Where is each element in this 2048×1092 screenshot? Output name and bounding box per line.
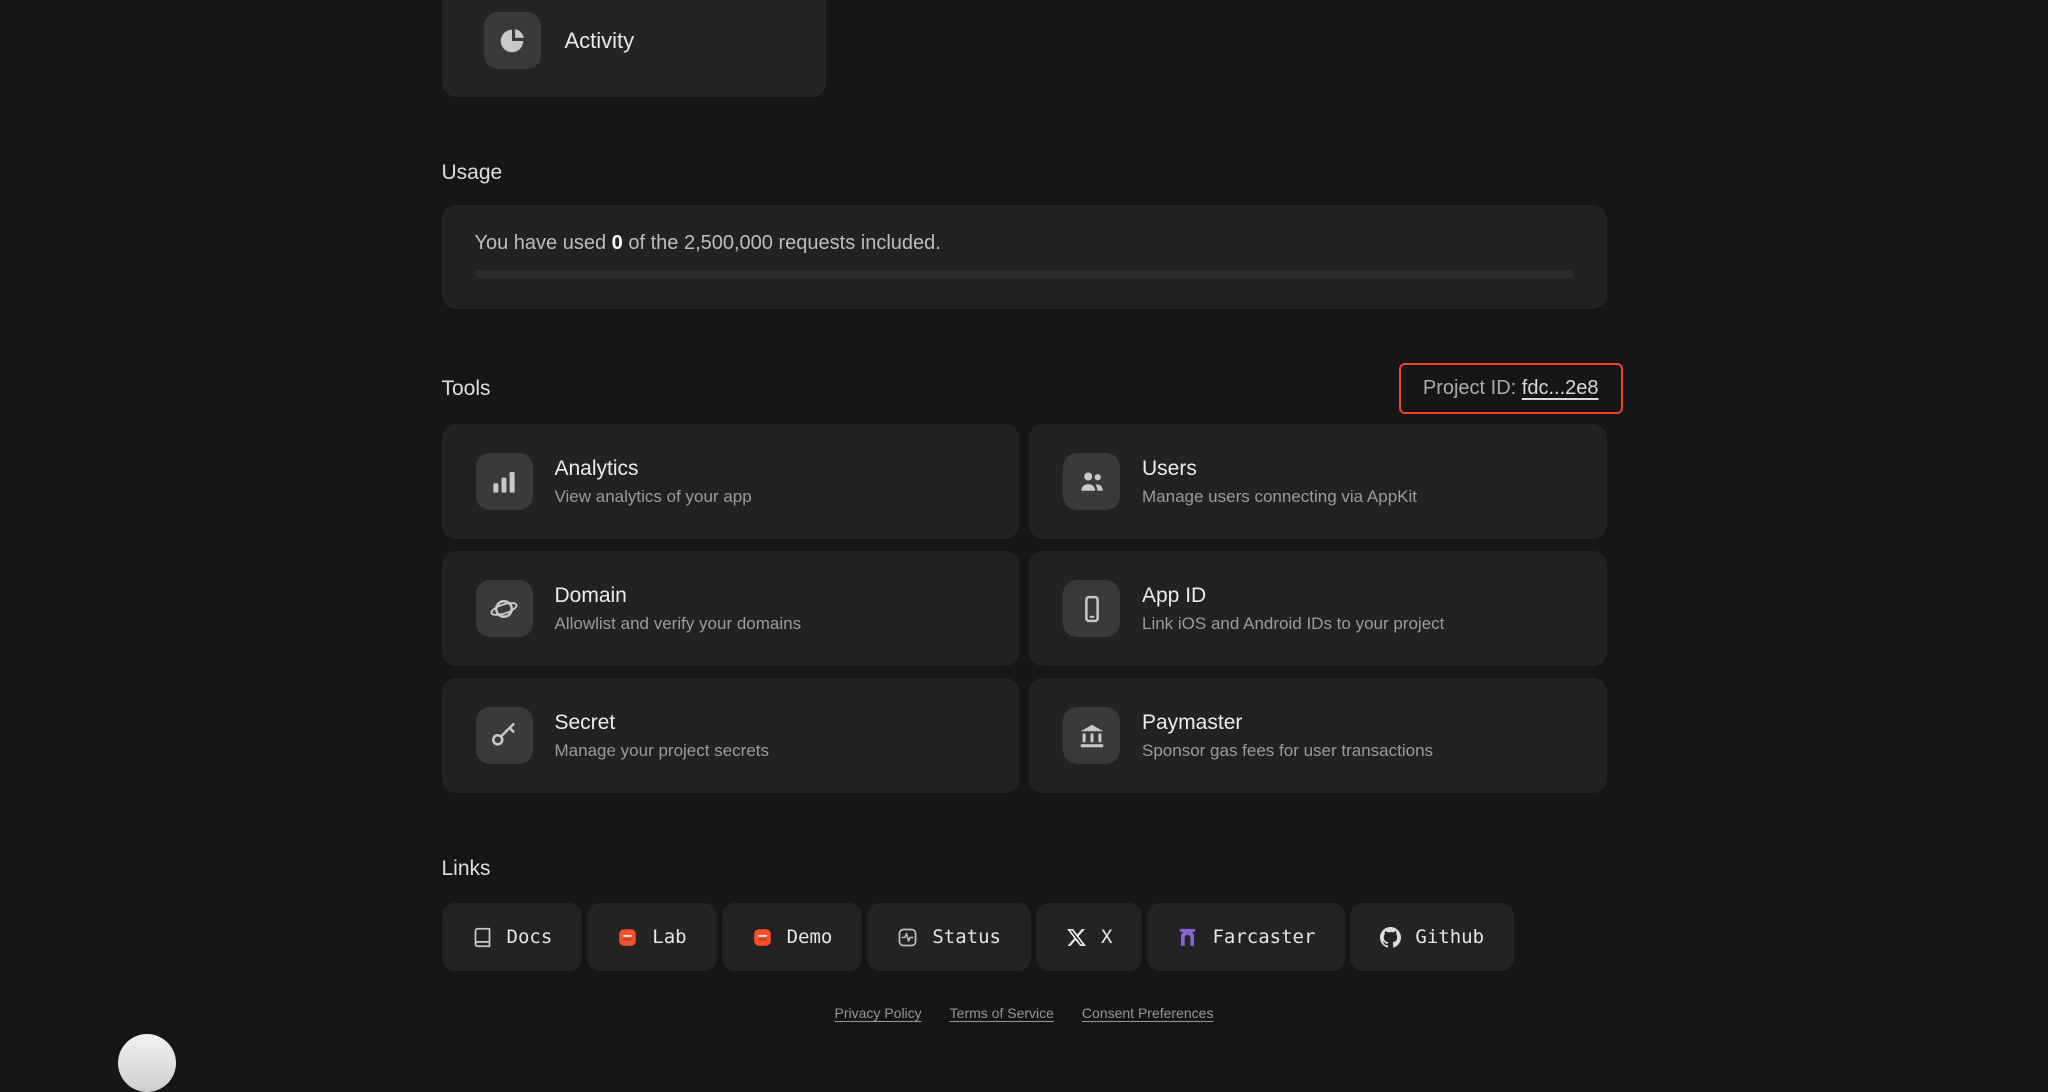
demo-logo-icon [753,928,771,946]
status-link-button[interactable]: Status [867,903,1031,971]
usage-summary: You have used 0 of the 2,500,000 request… [475,232,1574,255]
tool-card-app-id[interactable]: App ID Link iOS and Android IDs to your … [1029,551,1607,666]
tool-subtitle: Manage users connecting via AppKit [1142,487,1418,507]
tool-title: Analytics [554,456,639,480]
usage-heading: Usage [441,161,503,184]
usage-card: You have used 0 of the 2,500,000 request… [441,205,1607,309]
bar-chart-icon [475,453,533,510]
demo-link-button[interactable]: Demo [721,903,863,971]
farcaster-icon [1180,928,1196,946]
x-logo-icon [1067,928,1086,946]
consent-preferences-link[interactable]: Consent Preferences [1082,1005,1214,1021]
tool-title: Paymaster [1142,710,1243,734]
pie-chart-icon [483,12,541,69]
status-icon [898,928,917,946]
footer: Privacy Policy Terms of Service Consent … [442,1005,1607,1021]
activity-card-label: Activity [564,27,635,53]
links-row: Docs Lab Demo Status X Farcaster Github [441,903,1607,971]
tool-title: Secret [554,710,616,734]
key-icon [475,707,533,764]
lab-link-button[interactable]: Lab [587,903,717,971]
link-label: Farcaster [1212,926,1316,948]
tool-subtitle: Allowlist and verify your domains [554,614,802,634]
docs-link-button[interactable]: Docs [441,903,583,971]
link-label: Github [1415,926,1485,948]
lab-logo-icon [619,928,637,946]
main-content: Activity Usage You have used 0 of the 2,… [441,0,1623,1021]
terms-of-service-link[interactable]: Terms of Service [950,1005,1054,1021]
tool-card-analytics[interactable]: Analytics View analytics of your app [441,424,1019,539]
link-label: Demo [786,926,833,948]
usage-used-count: 0 [611,232,623,254]
usage-text-prefix: You have used [474,232,612,254]
link-label: X [1101,926,1113,948]
links-heading: Links [441,857,491,880]
tool-card-paymaster[interactable]: Paymaster Sponsor gas fees for user tran… [1029,678,1607,793]
tool-subtitle: Link iOS and Android IDs to your project [1142,614,1445,634]
project-id-label: Project ID: [1422,377,1522,399]
link-label: Docs [506,926,553,948]
activity-card[interactable]: Activity [441,0,826,97]
link-label: Lab [652,926,687,948]
tool-title: App ID [1142,583,1207,607]
chat-launcher[interactable] [118,1034,176,1092]
tool-card-users[interactable]: Users Manage users connecting via AppKit [1029,424,1607,539]
github-icon [1380,926,1402,947]
tool-subtitle: Manage your project secrets [554,741,770,761]
privacy-policy-link[interactable]: Privacy Policy [835,1005,922,1021]
github-link-button[interactable]: Github [1350,903,1515,971]
farcaster-link-button[interactable]: Farcaster [1147,903,1346,971]
tool-card-secret[interactable]: Secret Manage your project secrets [441,678,1019,793]
tool-subtitle: View analytics of your app [554,487,752,507]
link-label: Status [932,926,1001,948]
planet-icon [475,580,533,637]
project-id-box[interactable]: Project ID: fdc...2e8 [1398,363,1623,414]
tool-card-domain[interactable]: Domain Allowlist and verify your domains [441,551,1019,666]
mobile-icon [1063,580,1120,637]
book-icon [474,927,490,947]
tool-title: Domain [554,583,627,607]
usage-progress-bar [474,270,1574,278]
usage-text-suffix: of the 2,500,000 requests included. [622,232,941,254]
bank-icon [1063,707,1120,764]
tool-title: Users [1142,456,1197,480]
x-link-button[interactable]: X [1036,903,1143,971]
users-icon [1063,453,1120,510]
project-id-value[interactable]: fdc...2e8 [1522,377,1599,399]
tool-subtitle: Sponsor gas fees for user transactions [1142,741,1434,761]
tools-heading: Tools [441,376,491,400]
tools-grid: Analytics View analytics of your app Use… [441,424,1607,793]
